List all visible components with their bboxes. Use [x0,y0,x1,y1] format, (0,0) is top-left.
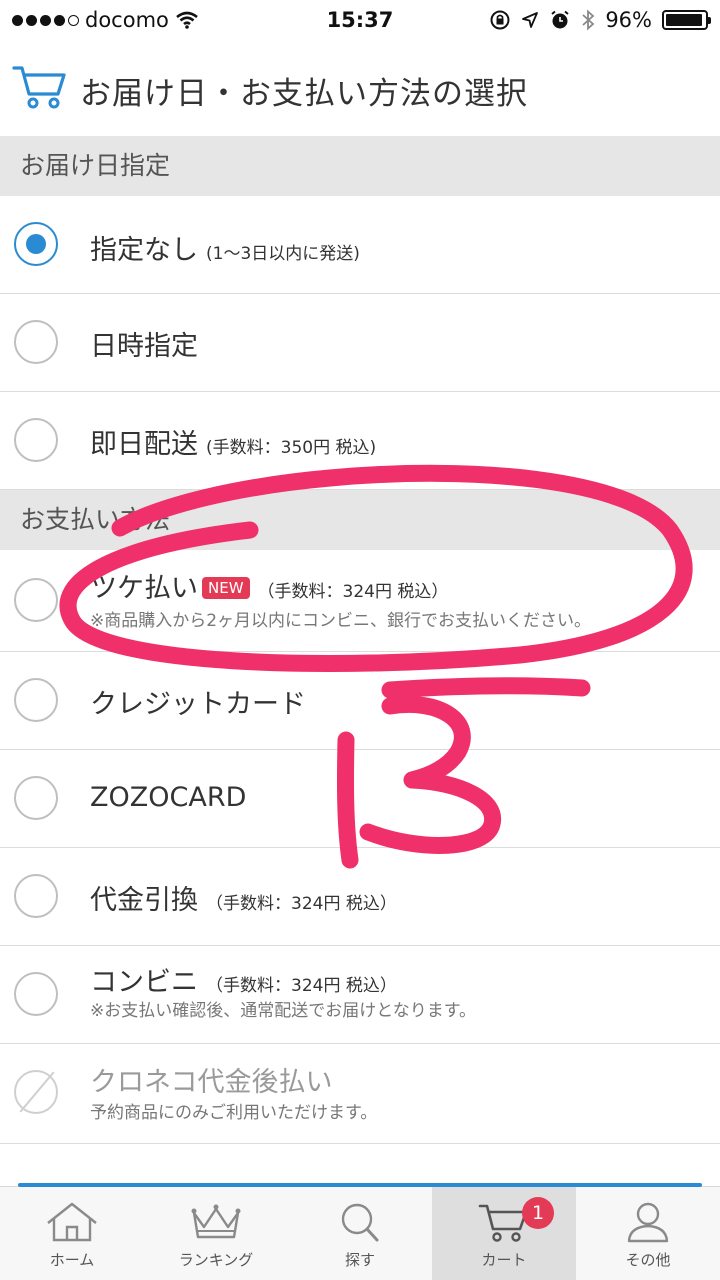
option-note: ※お支払い確認後、通常配送でお届けとなります。 [90,1001,477,1021]
option-label: 日時指定 [90,331,198,362]
home-icon [47,1202,97,1242]
tab-ranking[interactable]: ランキング [144,1187,288,1280]
tab-cart[interactable]: 1 カート [432,1187,576,1280]
option-fee: （手数料：324円 税込） [206,894,397,914]
option-fee: （手数料：324円 税込） [257,582,449,602]
radio-button[interactable] [14,972,58,1016]
delivery-option-unspecified[interactable]: 指定なし (1〜3日以内に発送) [0,196,720,294]
tab-bar: ホーム ランキング 探す 1 カート その他 [0,1183,720,1280]
location-icon [522,12,539,28]
radio-button[interactable] [14,678,58,722]
tab-label: ランキング [178,1251,254,1269]
option-fee: （手数料：324円 税込） [206,976,397,996]
tab-home[interactable]: ホーム [0,1187,144,1280]
radio-button-selected[interactable] [14,222,58,266]
radio-button[interactable] [14,874,58,918]
cart-count-badge: 1 [522,1197,554,1229]
payment-section-header: お支払い方法 [0,490,720,550]
option-note: ※商品購入から2ヶ月以内にコンビニ、銀行でお支払いください。 [90,611,592,631]
battery-icon [662,10,711,30]
page-title: お届け日・お支払い方法の選択 [80,76,528,112]
rotation-lock-icon [490,10,510,30]
option-note: 予約商品にのみご利用いただけます。 [90,1103,378,1123]
new-badge: NEW [202,577,250,599]
battery-level [666,14,703,26]
cart-icon [12,66,66,109]
person-icon [627,1202,669,1243]
option-label: ツケ払い [90,573,198,604]
disabled-radio-icon [14,1070,58,1114]
option-label: 即日配送 [90,429,198,460]
tab-other[interactable]: その他 [576,1187,720,1280]
option-label: 代金引換 [90,885,198,916]
option-label: コンビニ [90,967,198,998]
payment-option-cash-on-delivery[interactable]: 代金引換 （手数料：324円 税込） [0,848,720,946]
option-label: 指定なし [90,235,198,266]
radio-button[interactable] [14,320,58,364]
delivery-section-header: お届け日指定 [0,136,720,196]
radio-button[interactable] [14,776,58,820]
option-label: クロネコ代金後払い [90,1067,333,1098]
delivery-option-datetime[interactable]: 日時指定 [0,294,720,392]
bluetooth-icon [582,9,595,31]
payment-option-zozocard[interactable]: ZOZOCARD [0,750,720,848]
tab-label: その他 [625,1251,671,1269]
tab-search[interactable]: 探す [288,1187,432,1280]
alarm-icon [551,10,569,29]
status-bar: docomo 15:37 96% [0,0,720,40]
search-icon [341,1203,379,1242]
option-fee: (手数料：350円 税込) [206,438,377,458]
battery-percent: 96% [605,8,652,32]
payment-option-tsuke[interactable]: ツケ払い NEW （手数料：324円 税込） ※商品購入から2ヶ月以内にコンビニ、銀… [0,550,720,652]
option-fee: (1〜3日以内に発送) [206,244,360,264]
radio-button[interactable] [14,578,58,622]
radio-button[interactable] [14,418,58,462]
delivery-option-same-day[interactable]: 即日配送 (手数料：350円 税込) [0,392,720,490]
payment-option-kuroneko-deferred: クロネコ代金後払い 予約商品にのみご利用いただけます。 [0,1044,720,1144]
option-label: クレジットカード [90,689,306,720]
tab-label: カート [481,1251,527,1269]
status-icons: 96% [489,0,711,40]
payment-option-credit-card[interactable]: クレジットカード [0,652,720,750]
tab-label: ホーム [49,1251,95,1269]
option-label: ZOZOCARD [90,782,247,813]
page-header: お届け日・お支払い方法の選択 [0,40,720,136]
crown-icon [191,1204,241,1239]
payment-option-convenience-store[interactable]: コンビニ （手数料：324円 税込） ※お支払い確認後、通常配送でお届けとなります… [0,946,720,1044]
tab-label: 探す [344,1251,375,1269]
